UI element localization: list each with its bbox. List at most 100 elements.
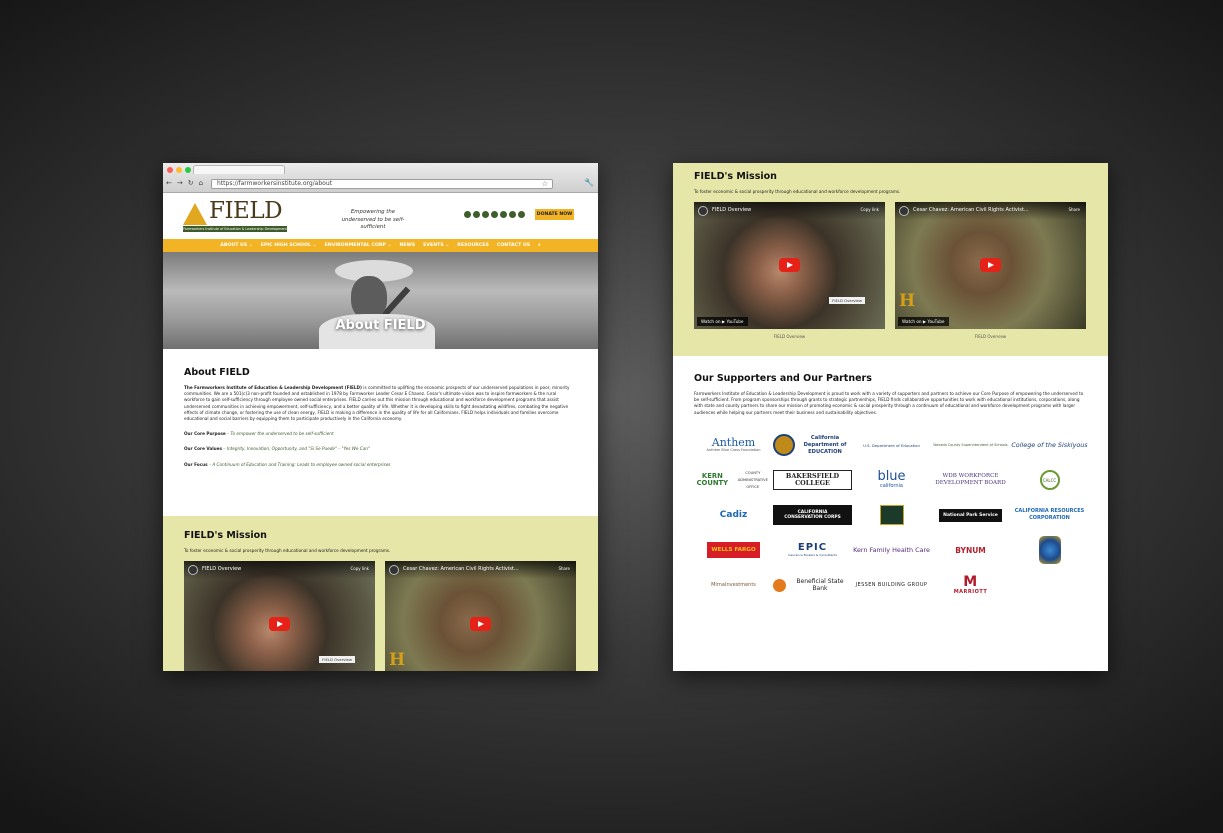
about-section: About FIELD The Farmworkers Institute of… bbox=[163, 349, 598, 516]
facebook-icon[interactable] bbox=[464, 211, 471, 218]
epic-logo[interactable]: EPIC Insurance Brokers & Consultants bbox=[773, 533, 852, 568]
our-focus-label: Our Focus bbox=[184, 461, 208, 467]
nav-events[interactable]: EVENTS ⌄ bbox=[423, 239, 449, 252]
logo-text: FIELD bbox=[209, 198, 283, 224]
field-logo[interactable]: FIELD Farmworkers Institute of Education… bbox=[183, 198, 287, 232]
nps-name: National Park Service bbox=[939, 508, 1002, 522]
history-channel-logo: H bbox=[389, 650, 406, 670]
cde-logo[interactable]: California Department of EDUCATION bbox=[773, 428, 852, 463]
video-title[interactable]: FIELD Overview bbox=[712, 207, 751, 213]
mission-section: FIELD's Mission To foster economic & soc… bbox=[673, 163, 1108, 356]
channel-avatar[interactable] bbox=[188, 565, 198, 575]
youtube-icon[interactable] bbox=[482, 211, 489, 218]
video-cesar-chavez[interactable]: Cesar Chavez: American Civil Rights Acti… bbox=[385, 561, 576, 671]
gold-mascot-logo[interactable] bbox=[1010, 533, 1089, 568]
epic-subtext: Insurance Brokers & Consultants bbox=[787, 553, 838, 558]
copy-link-button[interactable]: Copy link bbox=[861, 207, 880, 212]
core-purpose-label: Our Core Purpose bbox=[184, 431, 226, 437]
play-icon[interactable] bbox=[980, 258, 1001, 272]
crc-logo[interactable]: CALIFORNIA RESOURCES CORPORATION bbox=[1010, 498, 1089, 533]
bookmark-star-icon[interactable]: ☆ bbox=[542, 180, 548, 188]
history-channel-logo: H bbox=[899, 291, 916, 311]
address-bar[interactable]: https://farmworkersinstitute.org/about ☆ bbox=[211, 179, 553, 189]
flickr-icon[interactable] bbox=[509, 211, 516, 218]
video-captions: FIELD Overview FIELD Overview bbox=[694, 334, 1087, 339]
partners-text: Farmworkers Institute of Education & Lea… bbox=[694, 391, 1084, 415]
nav-contact-us[interactable]: CONTACT US bbox=[497, 239, 530, 252]
channel-avatar[interactable] bbox=[389, 565, 399, 575]
close-window-button[interactable] bbox=[167, 167, 173, 173]
wdb-logo[interactable]: WDB WORKFORCE DEVELOPMENT BOARD bbox=[931, 463, 1010, 498]
tagline: Empowering the underserved to be self-su… bbox=[341, 209, 405, 230]
browser-menu-icon[interactable]: 🔧 bbox=[584, 178, 594, 187]
calcc-name: CALCC bbox=[1039, 470, 1060, 491]
nav-epic-high-school[interactable]: EPIC HIGH SCHOOL ⌄ bbox=[261, 239, 317, 252]
watch-on-youtube-button[interactable]: Watch on ▶ YouTube bbox=[898, 317, 949, 326]
kern-county-logo[interactable]: KERN COUNTY COUNTY ADMINISTRATIVE OFFICE bbox=[694, 463, 773, 498]
video-caption: FIELD Overview bbox=[974, 334, 1007, 339]
kern-family-logo[interactable]: Kern Family Health Care bbox=[852, 533, 931, 568]
blm-logo[interactable] bbox=[852, 498, 931, 533]
copy-link-button[interactable]: Copy link bbox=[351, 566, 370, 571]
siskiyous-logo[interactable]: College of the Siskiyous bbox=[1010, 428, 1089, 463]
video-caption: FIELD Overview bbox=[773, 334, 806, 339]
ccc-logo[interactable]: CALIFORNIA CONSERVATION CORPS bbox=[773, 498, 852, 533]
hero-title: About FIELD bbox=[335, 318, 426, 333]
watch-on-youtube-button[interactable]: Watch on ▶ YouTube bbox=[697, 317, 748, 326]
share-button[interactable]: Share bbox=[558, 566, 570, 571]
our-focus-text: – A Continuum of Education and Training:… bbox=[207, 461, 391, 467]
video-field-overview[interactable]: FIELD Overview Copy link FIELD Overview … bbox=[694, 202, 885, 329]
share-button[interactable]: Share bbox=[1068, 207, 1080, 212]
core-purpose-text: – To empower the underserved to be self-… bbox=[225, 431, 334, 437]
play-icon[interactable] bbox=[470, 617, 491, 631]
tiktok-icon[interactable] bbox=[518, 211, 525, 218]
mirna-investments-logo[interactable]: MirnaInvestments bbox=[694, 568, 773, 603]
search-icon[interactable]: ⌕ bbox=[538, 239, 541, 252]
jessen-logo[interactable]: JESSEN BUILDING GROUP bbox=[852, 568, 931, 603]
mission-section: FIELD's Mission To foster economic & soc… bbox=[163, 516, 598, 671]
nav-news[interactable]: NEWS bbox=[400, 239, 416, 252]
bakersfield-college-logo[interactable]: BAKERSFIELD COLLEGE bbox=[773, 463, 852, 498]
nav-environmental-corp[interactable]: ENVIRONMENTAL CORP ⌄ bbox=[325, 239, 392, 252]
video-field-overview[interactable]: FIELD Overview Copy link FIELD Overview bbox=[184, 561, 375, 671]
calcc-logo[interactable]: CALCC bbox=[1010, 463, 1089, 498]
linkedin-icon[interactable] bbox=[500, 211, 507, 218]
cadiz-logo[interactable]: Cadiz bbox=[694, 498, 773, 533]
minimize-window-button[interactable] bbox=[176, 167, 182, 173]
play-icon[interactable] bbox=[779, 258, 800, 272]
usde-logo[interactable]: U.S. Department of Education bbox=[852, 428, 931, 463]
nav-about-us[interactable]: ABOUT US ⌄ bbox=[220, 239, 253, 252]
nps-logo[interactable]: National Park Service bbox=[931, 498, 1010, 533]
epic-name: EPIC bbox=[797, 542, 828, 554]
channel-avatar[interactable] bbox=[899, 206, 909, 216]
blue-shield-logo[interactable]: blue california bbox=[852, 463, 931, 498]
video-cesar-chavez[interactable]: Cesar Chavez: American Civil Rights Acti… bbox=[895, 202, 1086, 329]
back-icon[interactable]: ← bbox=[166, 179, 172, 188]
maximize-window-button[interactable] bbox=[185, 167, 191, 173]
play-icon[interactable] bbox=[269, 617, 290, 631]
bynum-logo[interactable]: BYNUM bbox=[931, 533, 1010, 568]
about-heading: About FIELD bbox=[184, 367, 250, 378]
site-header: FIELD Farmworkers Institute of Education… bbox=[163, 193, 598, 239]
hero-banner: About FIELD bbox=[163, 252, 598, 349]
video-row: FIELD Overview Copy link FIELD Overview … bbox=[184, 561, 577, 671]
video-title[interactable]: Cesar Chavez: American Civil Rights Acti… bbox=[403, 566, 519, 572]
beneficial-state-bank-logo[interactable]: Beneficial State Bank bbox=[773, 568, 852, 603]
twitter-icon[interactable] bbox=[473, 211, 480, 218]
video-title[interactable]: Cesar Chavez: American Civil Rights Acti… bbox=[913, 207, 1029, 213]
channel-avatar[interactable] bbox=[698, 206, 708, 216]
instagram-icon[interactable] bbox=[491, 211, 498, 218]
home-icon[interactable]: ⌂ bbox=[199, 179, 203, 188]
nav-resources[interactable]: RESOURCES bbox=[457, 239, 489, 252]
browser-chrome: ← → ↻ ⌂ https://farmworkersinstitute.org… bbox=[163, 163, 598, 193]
forward-icon[interactable]: → bbox=[177, 179, 183, 188]
wells-fargo-logo[interactable]: WELLS FARGO bbox=[694, 533, 773, 568]
browser-tab[interactable] bbox=[193, 165, 285, 174]
video-title[interactable]: FIELD Overview bbox=[202, 566, 241, 572]
anthem-logo[interactable]: Anthem Anthem Blue Cross Foundation bbox=[694, 428, 773, 463]
video-row: FIELD Overview Copy link FIELD Overview … bbox=[694, 202, 1087, 329]
marriott-logo[interactable]: M MARRIOTT bbox=[931, 568, 1010, 603]
nevada-county-logo[interactable]: Nevada County Superintendent of Schools bbox=[931, 428, 1010, 463]
donate-button[interactable]: DONATE NOW bbox=[535, 209, 574, 220]
reload-icon[interactable]: ↻ bbox=[188, 179, 194, 188]
